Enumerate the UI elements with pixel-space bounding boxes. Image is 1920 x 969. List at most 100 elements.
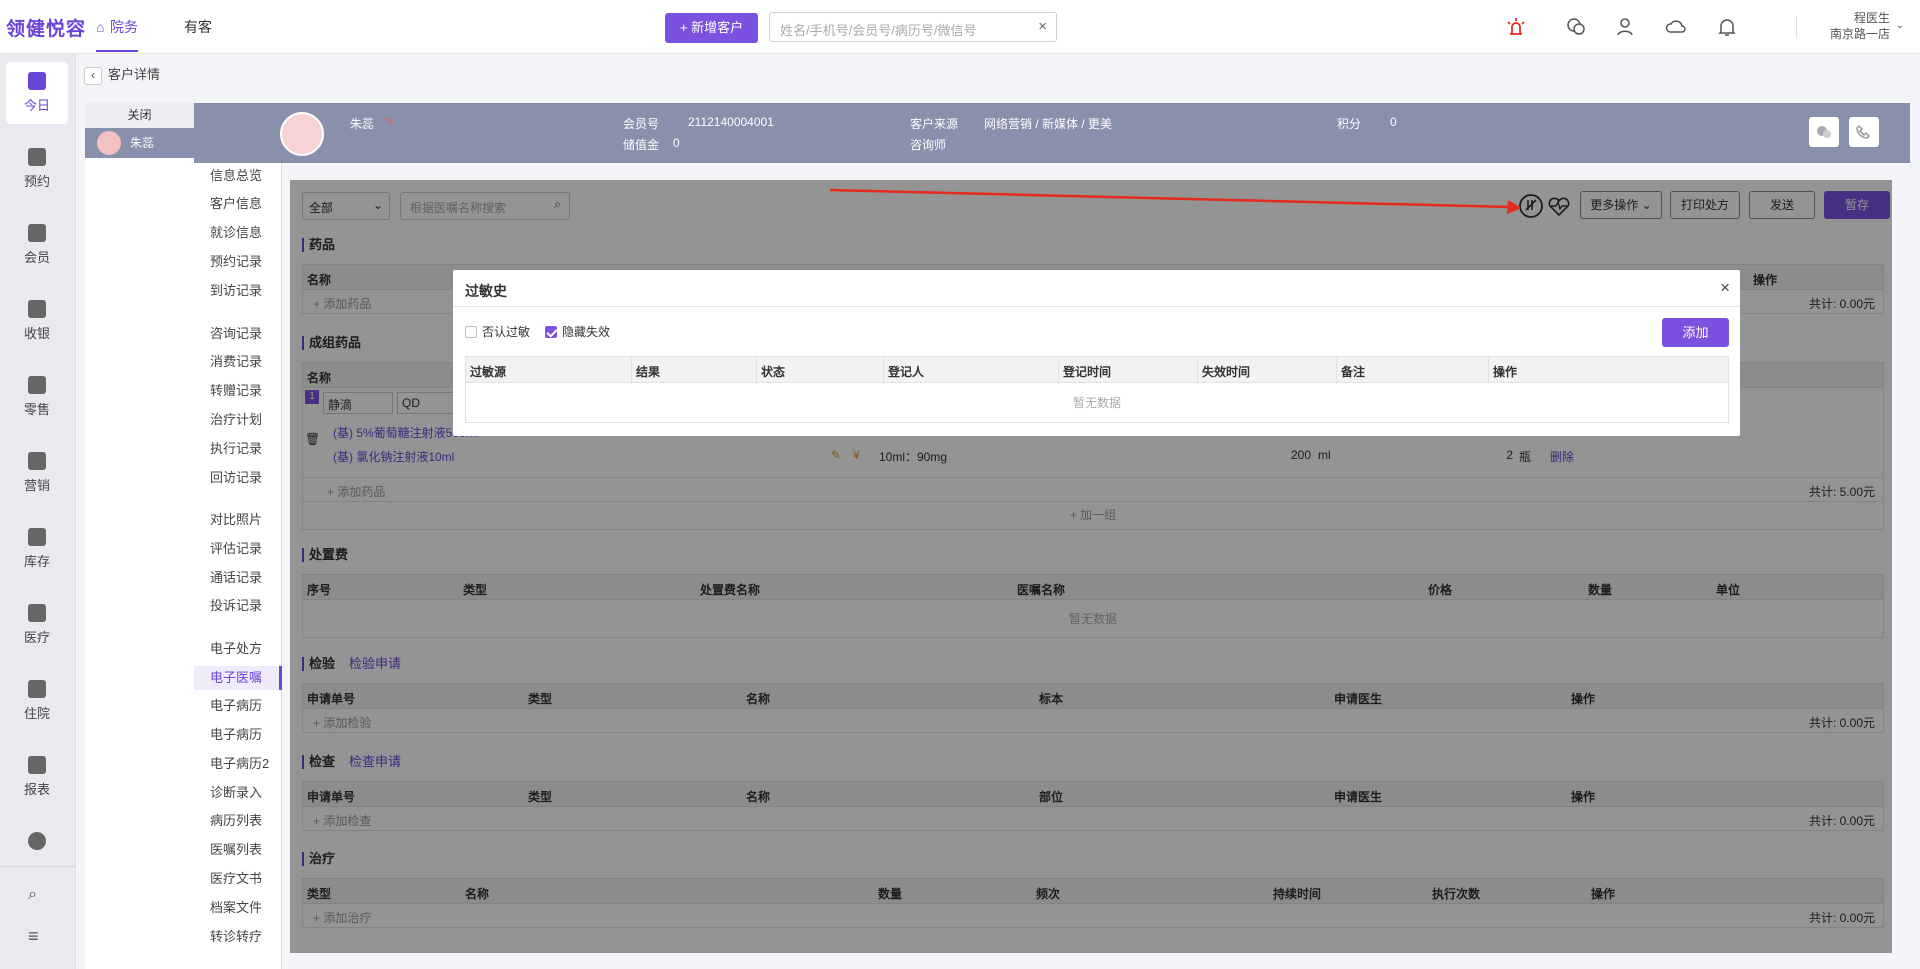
sidebar-item-appointment[interactable]: 预约 — [6, 138, 68, 200]
submenu-item[interactable]: 电子病历 — [210, 695, 262, 714]
customer-name: 朱蕊 — [350, 117, 375, 131]
phone-button[interactable] — [1849, 117, 1879, 147]
source-value: 网络营销 / 新媒体 / 更美 — [984, 117, 1113, 131]
customer-search-input[interactable]: 姓名/手机号/会员号/病历号/微信号 × — [769, 12, 1057, 42]
wechat-icon[interactable] — [1565, 16, 1587, 38]
submenu-item[interactable]: 档案文件 — [210, 897, 262, 916]
submenu-item[interactable]: 转诊转疗 — [210, 926, 262, 945]
submenu-item[interactable]: 电子处方 — [210, 638, 262, 657]
submenu-item[interactable]: 投诉记录 — [210, 595, 262, 614]
customer-header: 朱蕊 ✎ 会员号 2112140004001 储值金 0 客户来源 网络营销 /… — [194, 103, 1910, 163]
calendar-icon — [28, 148, 46, 166]
sidebar-item-report[interactable]: 报表 — [6, 746, 68, 808]
sidebar-label: 会员 — [23, 250, 50, 265]
box-icon — [28, 528, 46, 546]
breadcrumb-label: 客户详情 — [108, 67, 161, 82]
sidebar-item-marketing[interactable]: 营销 — [6, 442, 68, 504]
submenu-item[interactable]: 执行记录 — [210, 438, 262, 457]
sidebar-item-inpatient[interactable]: 住院 — [6, 670, 68, 732]
cloud-sync-icon[interactable] — [1665, 16, 1687, 38]
col: 登记时间 — [1057, 357, 1112, 384]
submenu-item[interactable]: 病历列表 — [210, 810, 262, 829]
sidebar-item-medical[interactable]: 医疗 — [6, 594, 68, 656]
close-icon[interactable]: × — [1720, 278, 1730, 298]
annotation-arrow — [829, 188, 1520, 214]
col: 状态 — [755, 357, 786, 384]
submenu-item[interactable]: 消费记录 — [210, 351, 262, 370]
sidebar-item-today[interactable]: 今日 — [6, 62, 68, 124]
submenu-item[interactable]: 到访记录 — [210, 280, 262, 299]
avatar — [280, 112, 324, 156]
wechat-button[interactable] — [1809, 117, 1839, 147]
clear-icon[interactable]: × — [1038, 18, 1047, 35]
user-menu[interactable]: 程医生 南京路一店 ⌄ — [1830, 10, 1904, 42]
submenu-item[interactable]: 通话记录 — [210, 567, 262, 586]
bag-icon — [28, 376, 46, 394]
sidebar-item-inventory[interactable]: 库存 — [6, 518, 68, 580]
col: 过敏源 — [464, 357, 507, 384]
add-allergy-button[interactable]: 添加 — [1662, 318, 1729, 347]
menu-icon[interactable]: ≡ — [28, 926, 39, 947]
submenu-item[interactable]: 电子病历2 — [210, 753, 269, 772]
submenu-item[interactable]: 对比照片 — [210, 509, 262, 528]
home-icon: ⌂ — [96, 19, 105, 35]
member-no-label: 会员号 — [623, 117, 660, 131]
close-all-button[interactable]: 关闭 — [85, 103, 194, 128]
hospital-icon — [28, 680, 46, 698]
plus-icon: + — [679, 20, 692, 35]
deny-allergy-checkbox[interactable]: 否认过敏 — [465, 323, 530, 340]
submenu-item[interactable]: 诊断录入 — [210, 782, 262, 801]
member-no: 2112140004001 — [688, 115, 774, 129]
submenu-item[interactable]: 回访记录 — [210, 467, 262, 486]
stored-label: 储值金 — [623, 138, 660, 152]
submenu-item[interactable]: 客户信息 — [210, 193, 262, 212]
main-sidebar: 今日 预约 会员 收银 零售 营销 库存 医疗 住院 报表 配置 ⌕ ≡ — [0, 54, 76, 969]
phone-icon — [1856, 124, 1871, 139]
user-icon[interactable] — [1615, 16, 1637, 38]
col: 备注 — [1335, 357, 1366, 384]
sidebar-item-member[interactable]: 会员 — [6, 214, 68, 276]
flag-icon — [28, 452, 46, 470]
submenu-item[interactable]: 治疗计划 — [210, 409, 262, 428]
member-icon — [28, 224, 46, 242]
allergy-table-header: 过敏源 结果 状态 登记人 登记时间 失效时间 备注 操作 — [464, 356, 1729, 384]
sidebar-label: 预约 — [23, 174, 50, 189]
submenu-item[interactable]: 预约记录 — [210, 251, 262, 270]
alarm-icon[interactable] — [1505, 16, 1527, 38]
customer-submenu: 信息总览 客户信息 就诊信息 预约记录 到访记录 咨询记录 消费记录 转赠记录 … — [194, 163, 282, 969]
deny-allergy-label: 否认过敏 — [482, 325, 531, 339]
report-icon — [28, 756, 46, 774]
bell-icon[interactable] — [1716, 16, 1738, 38]
col: 结果 — [630, 357, 661, 384]
new-customer-button[interactable]: + 新增客户 — [665, 13, 758, 43]
hide-invalid-checkbox[interactable]: 隐藏失效 — [545, 323, 610, 340]
submenu-item[interactable]: 评估记录 — [210, 538, 262, 557]
submenu-item[interactable]: 咨询记录 — [210, 323, 262, 342]
edit-icon[interactable]: ✎ — [385, 115, 395, 129]
submenu-item[interactable]: 转赠记录 — [210, 380, 262, 399]
patient-tab[interactable]: 朱蕊 — [85, 128, 194, 158]
brand-logo[interactable]: 领健悦容 — [6, 14, 86, 41]
dialog-divider — [453, 306, 1740, 307]
sidebar-label: 住院 — [23, 706, 50, 721]
submenu-item[interactable]: 就诊信息 — [210, 222, 262, 241]
submenu-item-active[interactable]: 电子医嘱 — [194, 666, 282, 690]
submenu-item[interactable]: 信息总览 — [210, 165, 262, 184]
sidebar-item-retail[interactable]: 零售 — [6, 366, 68, 428]
sidebar-item-cashier[interactable]: 收银 — [6, 290, 68, 352]
submenu-item[interactable]: 电子病历 — [210, 724, 262, 743]
search-placeholder: 姓名/手机号/会员号/病历号/微信号 — [780, 23, 977, 38]
user-name: 程医生 — [1853, 11, 1890, 25]
back-icon[interactable]: ‹ — [84, 67, 102, 85]
avatar — [97, 131, 121, 155]
submenu-item[interactable]: 医嘱列表 — [210, 839, 262, 858]
search-icon[interactable]: ⌕ — [28, 886, 37, 904]
sidebar-item-config[interactable]: 配置 — [6, 822, 68, 852]
submenu-item[interactable]: 医疗文书 — [210, 868, 262, 887]
sidebar-label: 库存 — [23, 554, 50, 569]
tab-youke[interactable]: 有客 — [184, 17, 212, 37]
tab-yuanwu[interactable]: ⌂ 院务 — [96, 17, 138, 52]
divider — [1796, 16, 1797, 38]
chevron-down-icon: ⌄ — [1895, 20, 1904, 31]
col: 登记人 — [882, 357, 925, 384]
